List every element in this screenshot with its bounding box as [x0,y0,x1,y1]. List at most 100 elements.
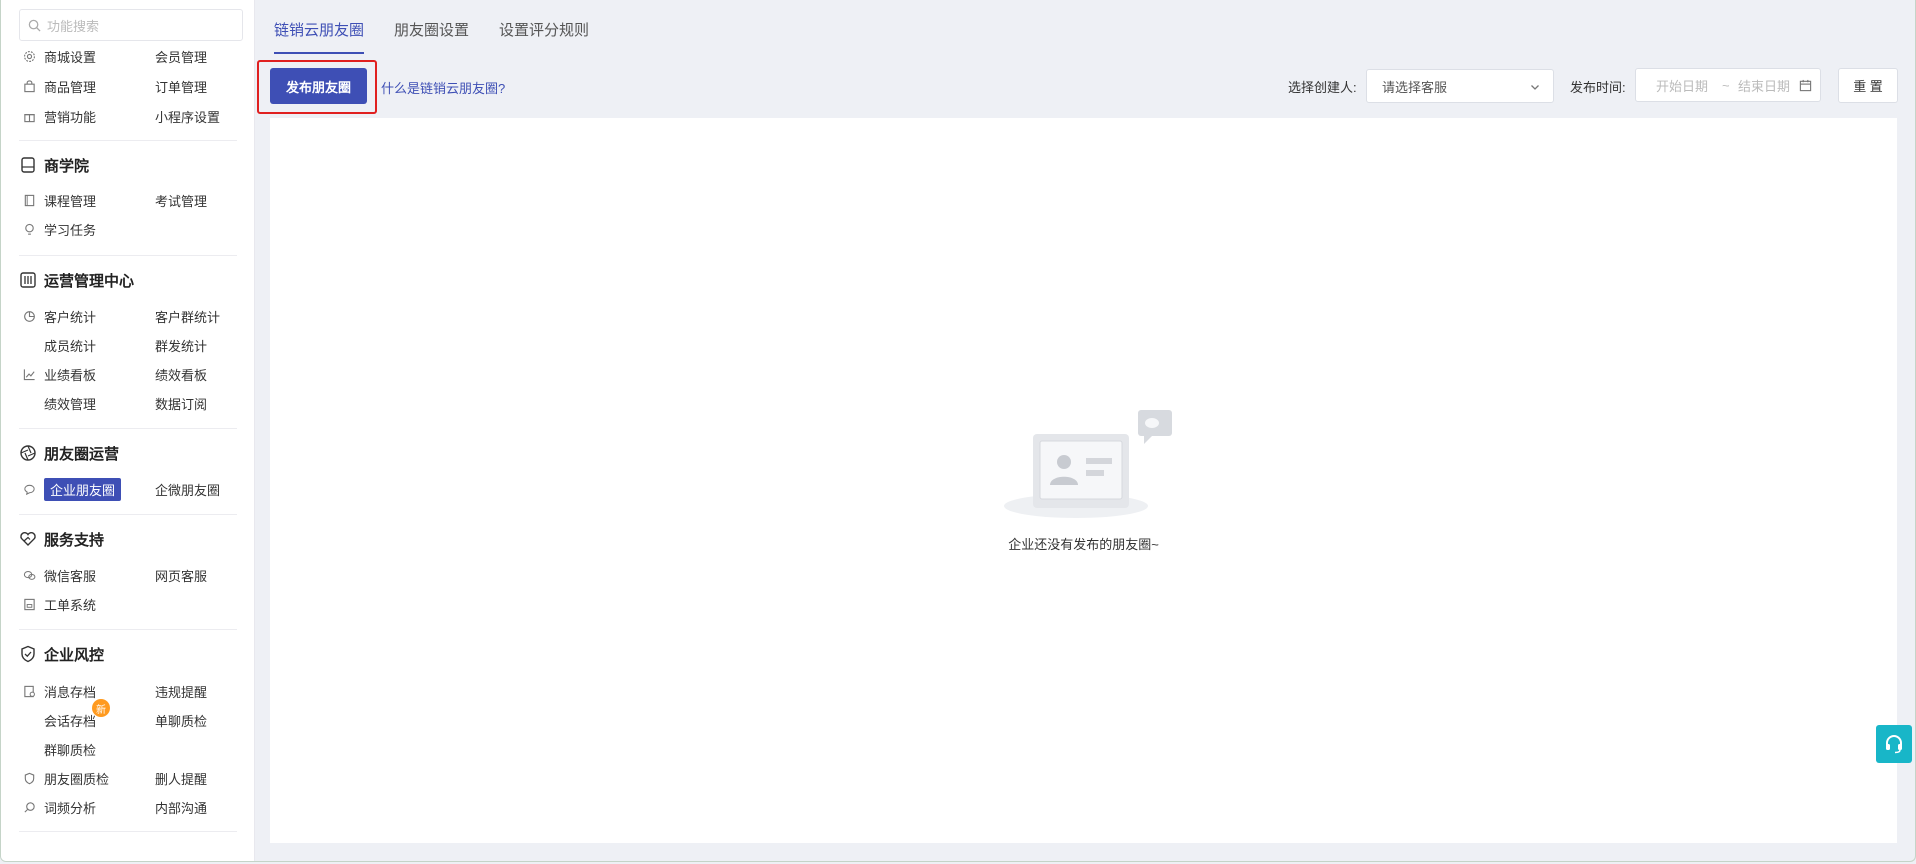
creator-select[interactable]: 请选择客服 [1366,69,1554,103]
sliders-icon [19,271,37,289]
divider [19,140,237,141]
sidebar-row: 商品管理 订单管理 [21,75,245,97]
book-icon [19,156,37,174]
sidebar-item-kpi-management[interactable]: 绩效管理 [21,394,96,413]
shield-icon [21,770,37,786]
sidebar-item-member-stats[interactable]: 成员统计 [21,336,96,355]
creator-label: 选择创建人: [1288,80,1357,95]
sidebar-item-orders[interactable]: 订单管理 [155,77,207,96]
date-range-picker[interactable]: 开始日期 ~ 结束日期 [1635,68,1821,102]
divider [19,428,237,429]
gear-icon [21,48,37,64]
search-icon [28,19,41,32]
sidebar-item-performance-board[interactable]: 业绩看板 [21,365,96,384]
sidebar-row: 工单系统 [21,593,245,615]
bulb-icon [21,221,37,237]
empty-state-illustration [1004,410,1174,525]
empty-message: 企业还没有发布的朋友圈~ [1008,537,1159,552]
pie-chart-icon [21,308,37,324]
chevron-down-icon [1531,85,1539,90]
time-label: 发布时间: [1570,80,1626,95]
customer-support-button[interactable] [1876,725,1912,763]
tab-moments[interactable]: 链销云朋友圈 [274,0,365,54]
aperture-icon [19,444,37,462]
sidebar-item-wechat-service[interactable]: 微信客服 [21,566,96,585]
sidebar-item-marketing[interactable]: 营销功能 [21,107,96,126]
divider [19,514,237,515]
shield-check-icon [19,645,37,663]
reset-button[interactable]: 重 置 [1838,68,1898,103]
divider [19,255,237,256]
sidebar-item-group-chat-qc[interactable]: 群聊质检 [21,740,96,759]
group-title-moments: 朋友圈运营 [19,441,119,465]
magnifier-icon [21,799,37,815]
sidebar-row: 朋友圈质检 删人提醒 [21,767,245,789]
bag-icon [21,78,37,94]
sidebar-row: 营销功能 小程序设置 [21,105,245,127]
sidebar-item-enterprise-moments[interactable]: 企业朋友圈 [21,477,122,501]
sidebar-row: 绩效管理 数据订阅 [21,392,245,414]
ticket-icon [21,596,37,612]
calendar-icon [1799,79,1812,92]
moments-list-panel: 企业还没有发布的朋友圈~ [270,118,1897,843]
sidebar-row: 成员统计 群发统计 [21,334,245,356]
sidebar-item-courses[interactable]: 课程管理 [21,191,96,210]
range-separator: ~ [1722,77,1730,93]
search-placeholder: 功能搜索 [47,18,100,34]
active-menu-item: 企业朋友圈 [44,477,122,501]
sidebar-item-wecom-moments[interactable]: 企微朋友圈 [155,480,220,499]
search-input[interactable]: 功能搜索 [19,9,243,41]
sidebar-item-internal-comm[interactable]: 内部沟通 [155,798,207,817]
sidebar-row: 课程管理 考试管理 [21,189,245,211]
document-icon [21,192,37,208]
sidebar-item-miniprogram[interactable]: 小程序设置 [155,107,220,126]
sidebar-item-customer-stats[interactable]: 客户统计 [21,307,96,326]
divider [19,831,237,832]
sidebar-row: 业绩看板 绩效看板 [21,363,245,385]
wechat-icon [21,567,37,583]
sidebar-item-ticket-system[interactable]: 工单系统 [21,595,96,614]
group-title-academy: 商学院 [19,153,89,177]
tab-scoring-rules[interactable]: 设置评分规则 [499,0,589,52]
publish-moments-button[interactable]: 发布朋友圈 [270,68,367,104]
sidebar-item-moments-qc[interactable]: 朋友圈质检 [21,769,109,788]
sidebar-row: 商城设置 会员管理 [21,45,245,67]
sidebar-item-delete-alert[interactable]: 删人提醒 [155,769,207,788]
archive-icon [21,683,37,699]
end-date-input[interactable]: 结束日期 [1738,76,1790,95]
sidebar-item-learning-tasks[interactable]: 学习任务 [21,220,96,239]
sidebar-item-web-service[interactable]: 网页客服 [155,566,207,585]
sidebar: 功能搜索 商城设置 会员管理 商品管理 订单管理 营销功能 小程序设置 商学院 … [1,0,255,861]
line-chart-icon [21,366,37,382]
sidebar-item-member[interactable]: 会员管理 [155,47,207,66]
sidebar-item-single-chat-qc[interactable]: 单聊质检 [155,711,207,730]
group-title-service: 服务支持 [19,527,104,551]
sidebar-row: 微信客服 网页客服 [21,564,245,586]
sidebar-row: 群聊质检 [21,738,245,760]
start-date-input[interactable]: 开始日期 [1656,76,1708,95]
sidebar-item-exams[interactable]: 考试管理 [155,191,207,210]
group-title-risk: 企业风控 [19,642,104,666]
sidebar-item-word-frequency[interactable]: 词频分析 [21,798,96,817]
sidebar-item-data-subscription[interactable]: 数据订阅 [155,394,207,413]
sidebar-item-mall-settings[interactable]: 商城设置 [21,47,96,66]
sidebar-item-group-stats[interactable]: 客户群统计 [155,307,220,326]
tab-bar: 链销云朋友圈 朋友圈设置 设置评分规则 [274,0,619,54]
sidebar-row: 消息存档 违规提醒 [21,680,245,702]
sidebar-item-message-archive[interactable]: 消息存档 [21,682,96,701]
new-badge: 新 [92,699,110,717]
creator-placeholder: 请选择客服 [1382,79,1448,95]
gift-icon [21,108,37,124]
group-title-operations: 运营管理中心 [19,268,134,292]
sidebar-item-kpi-board[interactable]: 绩效看板 [155,365,207,384]
sidebar-row: 企业朋友圈 企微朋友圈 [21,477,245,501]
divider [19,629,237,630]
sidebar-row: 客户统计 客户群统计 [21,305,245,327]
app-frame: 功能搜索 商城设置 会员管理 商品管理 订单管理 营销功能 小程序设置 商学院 … [0,0,1916,862]
sidebar-item-broadcast-stats[interactable]: 群发统计 [155,336,207,355]
sidebar-item-violation-alert[interactable]: 违规提醒 [155,682,207,701]
sidebar-item-session-archive[interactable]: 会话存档 [21,711,96,730]
sidebar-item-goods[interactable]: 商品管理 [21,77,96,96]
help-link[interactable]: 什么是链销云朋友圈? [381,78,505,97]
tab-moments-settings[interactable]: 朋友圈设置 [394,0,469,52]
